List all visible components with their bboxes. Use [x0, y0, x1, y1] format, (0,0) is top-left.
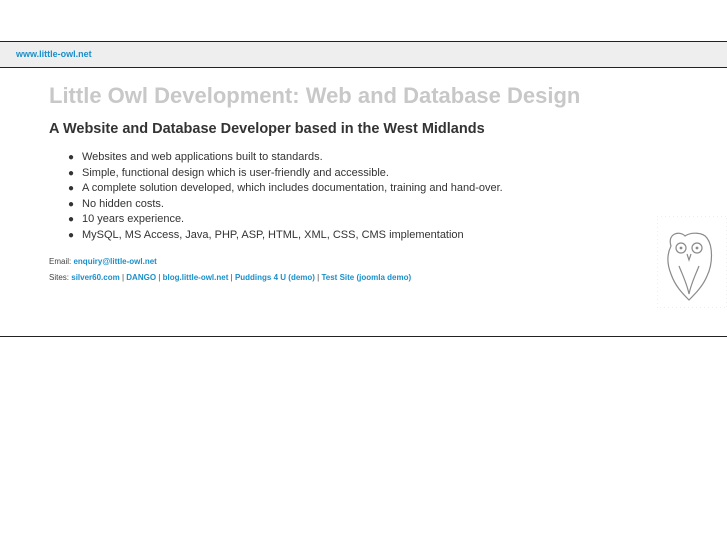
bullet-icon: ●: [68, 198, 75, 210]
sites-label: Sites:: [49, 272, 70, 282]
separator: |: [121, 272, 125, 282]
separator: |: [230, 272, 233, 282]
email-link[interactable]: enquiry@little-owl.net: [73, 257, 156, 266]
list-item: ● No hidden costs.: [68, 197, 649, 213]
email-label: Email:: [49, 256, 72, 266]
list-item-text: 10 years experience.: [82, 213, 185, 226]
list-item-text: Simple, functional design which is user-…: [82, 166, 389, 179]
email-line: Email: enquiry@little-owl.net: [49, 254, 649, 270]
list-item: ● 10 years experience.: [68, 212, 649, 228]
bullet-icon: ●: [68, 167, 75, 179]
bottom-divider: [0, 336, 727, 337]
list-item: ● Websites and web applications built to …: [68, 150, 649, 166]
list-item: ● MySQL, MS Access, Java, PHP, ASP, HTML,…: [68, 228, 649, 244]
list-item-text: No hidden costs.: [82, 197, 164, 210]
list-item-text: A complete solution developed, which inc…: [82, 182, 503, 195]
page-title: Little Owl Development: Web and Database…: [49, 83, 581, 108]
site-link-puddings[interactable]: Puddings 4 U (demo): [235, 273, 315, 282]
feature-list: ● Websites and web applications built to …: [49, 150, 649, 244]
site-home-link[interactable]: www.little-owl.net: [16, 49, 92, 59]
owl-icon: [656, 215, 727, 309]
list-item-text: MySQL, MS Access, Java, PHP, ASP, HTML, …: [82, 228, 464, 241]
list-item: ● Simple, functional design which is user…: [68, 166, 649, 182]
separator: |: [158, 272, 161, 282]
site-link-test-site[interactable]: Test Site (joomla demo): [321, 273, 411, 282]
top-bar: www.little-owl.net: [0, 41, 727, 68]
separator: |: [317, 272, 320, 282]
bullet-icon: ●: [68, 183, 75, 195]
bullet-icon: ●: [68, 229, 75, 241]
main-content: Little Owl Development: Web and Database…: [49, 82, 649, 286]
site-link-dango[interactable]: DANGO: [126, 273, 156, 282]
bullet-icon: ●: [68, 152, 75, 163]
site-link-silver60[interactable]: silver60.com: [71, 273, 119, 282]
site-link-blog[interactable]: blog.little-owl.net: [163, 273, 229, 282]
sites-line: Sites: silver60.com | DANGO | blog.littl…: [49, 270, 649, 286]
list-item: ● A complete solution developed, which in…: [68, 181, 649, 197]
bullet-icon: ●: [68, 214, 75, 226]
list-item-text: Websites and web applications built to s…: [82, 151, 323, 163]
page-subtitle: A Website and Database Developer based i…: [49, 121, 485, 137]
